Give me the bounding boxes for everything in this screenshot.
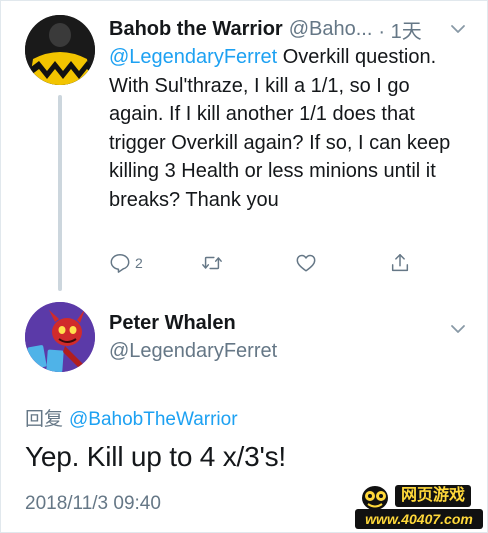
user-handle[interactable]: @LegendaryFerret	[109, 340, 277, 363]
thread-connector-line	[58, 95, 62, 291]
reply-prefix: 回复	[25, 409, 64, 430]
site-watermark: 网页游戏 www.40407.com	[355, 483, 485, 531]
avatar-bahob[interactable]	[25, 15, 95, 85]
tweet-time[interactable]: · 1天	[378, 15, 421, 44]
tweet-text: @LegendaryFerret Overkill question. With…	[109, 43, 469, 214]
like-button[interactable]	[295, 251, 317, 275]
reply-count: 2	[135, 255, 143, 271]
tweet-actions: 2	[109, 251, 409, 275]
display-name[interactable]: Bahob the Warrior	[109, 18, 283, 41]
user-handle[interactable]: @Baho...	[289, 18, 373, 41]
tweet-timestamp[interactable]: 2018/11/3 09:40	[25, 493, 161, 515]
tweet-thread-frame: Bahob the Warrior @Baho... · 1天 @Legenda…	[0, 0, 488, 533]
tweet-bahob[interactable]: Bahob the Warrior @Baho... · 1天 @Legenda…	[1, 1, 488, 291]
watermark-url: www.40407.com	[355, 509, 483, 529]
retweet-button[interactable]	[201, 251, 223, 275]
chevron-down-icon[interactable]	[450, 21, 466, 37]
mention-link[interactable]: @LegendaryFerret	[109, 46, 277, 68]
reply-mention-link[interactable]: @BahobTheWarrior	[69, 409, 238, 430]
display-name[interactable]: Peter Whalen	[109, 312, 236, 335]
tweet-header: Bahob the Warrior @Baho... · 1天	[109, 15, 469, 43]
chevron-down-icon[interactable]	[450, 321, 466, 337]
replying-to: 回复 @BahobTheWarrior	[25, 404, 238, 431]
share-button[interactable]	[389, 251, 411, 275]
retweet-icon	[202, 256, 222, 270]
reply-icon	[110, 254, 130, 273]
tweet-text: Yep. Kill up to 4 x/3's!	[25, 441, 287, 472]
mascot-logo	[362, 486, 388, 510]
tweet-text-content: Overkill question. With Sul'thraze, I ki…	[109, 46, 451, 211]
share-icon	[391, 254, 409, 272]
watermark-title: 网页游戏	[395, 485, 472, 507]
reply-button[interactable]: 2	[109, 251, 143, 275]
like-icon	[296, 254, 316, 272]
avatar-peter-whalen[interactable]	[25, 302, 95, 372]
